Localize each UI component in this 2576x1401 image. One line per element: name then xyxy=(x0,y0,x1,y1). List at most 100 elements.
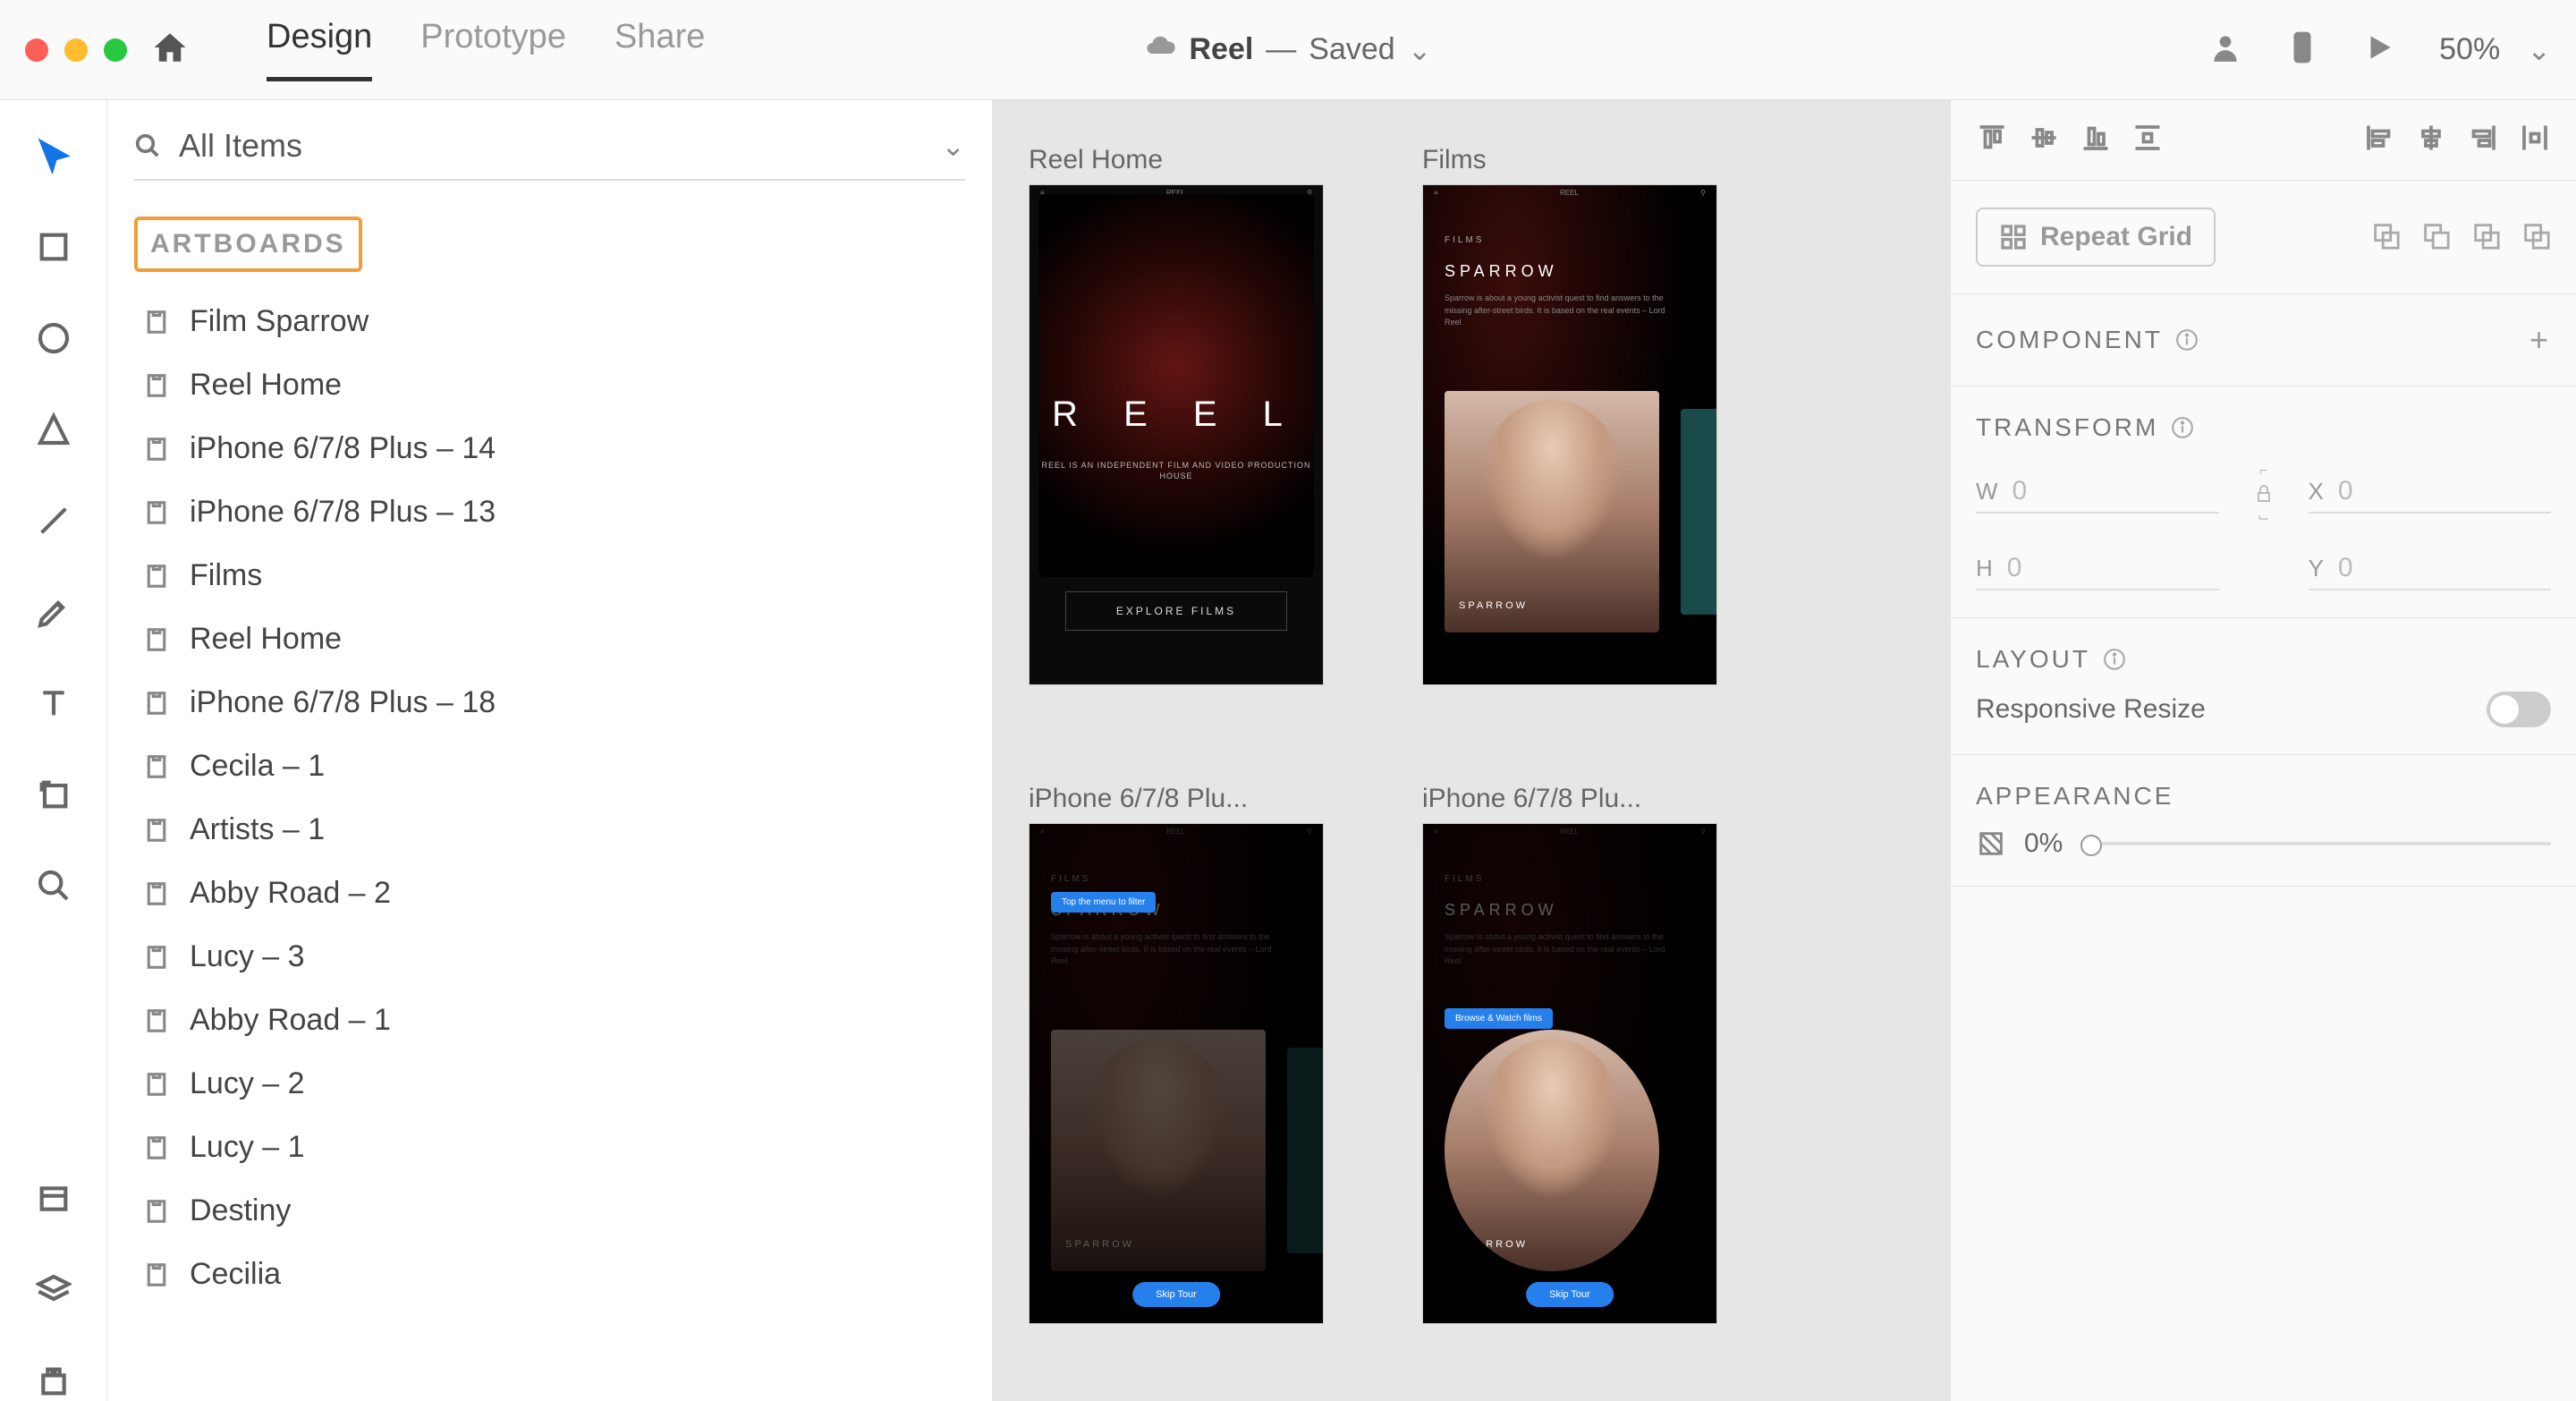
explore-films-button: EXPLORE FILMS xyxy=(1065,591,1287,631)
align-bottom-icon[interactable] xyxy=(2080,122,2112,158)
chevron-down-icon[interactable]: ⌄ xyxy=(1408,33,1432,67)
artboard-preview[interactable]: ≡REEL⚲ FILMS SPARROW Sparrow is about a … xyxy=(1422,823,1717,1324)
y-field[interactable]: Y0 xyxy=(2309,553,2552,590)
ellipse-tool[interactable] xyxy=(34,318,73,358)
cloud-icon xyxy=(1144,30,1176,70)
artboard-label[interactable]: Reel Home xyxy=(1029,145,1324,175)
align-top-icon[interactable] xyxy=(1976,122,2008,158)
chevron-down-icon[interactable]: ⌄ xyxy=(941,129,965,163)
artboard-tool[interactable] xyxy=(34,775,73,814)
document-title[interactable]: Reel — Saved ⌄ xyxy=(1144,30,1431,70)
artboard-iphone-1[interactable]: iPhone 6/7/8 Plu... ≡REEL⚲ FILMS SPARROW… xyxy=(1029,784,1324,1324)
maximize-window-button[interactable] xyxy=(104,38,127,62)
align-right-icon[interactable] xyxy=(2467,122,2499,158)
distribute-horizontal-icon[interactable] xyxy=(2519,122,2551,158)
artboard-list-item[interactable]: Artists – 1 xyxy=(122,798,978,862)
boolean-exclude-icon[interactable] xyxy=(2521,220,2551,255)
artboard-list-item[interactable]: iPhone 6/7/8 Plus – 13 xyxy=(122,480,978,544)
info-icon[interactable] xyxy=(2103,648,2126,671)
artboard-label[interactable]: Films xyxy=(1422,145,1717,175)
close-window-button[interactable] xyxy=(25,38,48,62)
rectangle-tool[interactable] xyxy=(34,227,73,267)
tab-share[interactable]: Share xyxy=(614,18,705,81)
artboard-list-item[interactable]: iPhone 6/7/8 Plus – 18 xyxy=(122,671,978,734)
artboard-list-item[interactable]: Lucy – 1 xyxy=(122,1116,978,1179)
distribute-vertical-icon[interactable] xyxy=(2131,122,2164,158)
zoom-dropdown[interactable]: 50% ⌄ xyxy=(2439,32,2551,67)
play-preview-icon[interactable] xyxy=(2362,30,2396,69)
align-center-icon[interactable] xyxy=(2415,122,2447,158)
minimize-window-button[interactable] xyxy=(64,38,88,62)
zoom-value: 50% xyxy=(2439,32,2500,67)
artboard-list-item[interactable]: Lucy – 2 xyxy=(122,1052,978,1116)
info-icon[interactable] xyxy=(2175,328,2199,352)
save-status: Saved xyxy=(1309,32,1394,67)
repeat-grid-row: Repeat Grid xyxy=(1951,181,2576,294)
films-heading: FILMS xyxy=(1445,235,1484,245)
opacity-value[interactable]: 0% xyxy=(2024,828,2063,859)
artboard-iphone-2[interactable]: iPhone 6/7/8 Plu... ≡REEL⚲ FILMS SPARROW… xyxy=(1422,784,1717,1324)
align-left-icon[interactable] xyxy=(2363,122,2395,158)
x-field[interactable]: X0 xyxy=(2309,476,2552,514)
layout-section: LAYOUT Responsive Resize xyxy=(1951,618,2576,755)
boolean-add-icon[interactable] xyxy=(2370,220,2401,255)
user-avatar-icon[interactable] xyxy=(2208,30,2242,69)
tab-prototype[interactable]: Prototype xyxy=(420,18,566,81)
layers-panel-icon[interactable] xyxy=(34,1270,73,1310)
artboard-reel-home[interactable]: Reel Home ≡REEL⚲ R E E L REEL IS AN INDE… xyxy=(1029,145,1324,685)
artboard-list-item[interactable]: Lucy – 3 xyxy=(122,925,978,989)
artboard-preview[interactable]: ≡REEL⚲ R E E L REEL IS AN INDEPENDENT FI… xyxy=(1029,184,1324,685)
device-preview-icon[interactable] xyxy=(2285,30,2319,69)
alignment-controls xyxy=(1951,100,2576,181)
line-tool[interactable] xyxy=(34,501,73,540)
width-field[interactable]: W0 xyxy=(1976,476,2219,514)
repeat-grid-button[interactable]: Repeat Grid xyxy=(1976,208,2216,267)
artboard-label[interactable]: iPhone 6/7/8 Plu... xyxy=(1422,784,1717,814)
select-tool[interactable] xyxy=(34,136,73,175)
boolean-subtract-icon[interactable] xyxy=(2420,220,2451,255)
search-icon xyxy=(134,132,161,159)
artboard-films[interactable]: Films ≡REEL⚲ FILMS SPARROW Sparrow is ab… xyxy=(1422,145,1717,685)
reel-subtitle: REEL IS AN INDEPENDENT FILM AND VIDEO PR… xyxy=(1030,460,1323,482)
artboard-list-item[interactable]: Destiny xyxy=(122,1179,978,1243)
search-filter-label: All Items xyxy=(179,127,923,165)
artboard-list-item[interactable]: Abby Road – 1 xyxy=(122,989,978,1052)
polygon-tool[interactable] xyxy=(34,410,73,449)
artboard-list-item[interactable]: Reel Home xyxy=(122,607,978,671)
lock-aspect-button[interactable]: ⌐⌙ xyxy=(2237,463,2291,526)
home-button[interactable] xyxy=(148,29,191,71)
tool-rail xyxy=(0,100,107,1401)
artboard-list-item[interactable]: Cecilia xyxy=(122,1243,978,1306)
opacity-slider[interactable] xyxy=(2080,842,2551,845)
align-middle-icon[interactable] xyxy=(2028,122,2060,158)
layout-heading: LAYOUT xyxy=(1976,645,2090,674)
artboard-list-item[interactable]: Reel Home xyxy=(122,353,978,417)
film-title: SPARROW xyxy=(1445,262,1558,281)
component-section: COMPONENT + xyxy=(1951,294,2576,386)
artboard-preview[interactable]: ≡REEL⚲ FILMS SPARROW Sparrow is about a … xyxy=(1422,184,1717,685)
skip-tour-button: Skip Tour xyxy=(1526,1282,1614,1307)
artboard-list-item[interactable]: Cecila – 1 xyxy=(122,734,978,798)
tab-design[interactable]: Design xyxy=(267,18,372,81)
assets-panel-icon[interactable] xyxy=(34,1179,73,1218)
zoom-tool[interactable] xyxy=(34,866,73,905)
text-tool[interactable] xyxy=(34,684,73,723)
canvas[interactable]: Reel Home ≡REEL⚲ R E E L REEL IS AN INDE… xyxy=(993,100,1950,1401)
property-inspector: Repeat Grid COMPONENT + TRANSFORM xyxy=(1950,100,2576,1401)
height-field[interactable]: H0 xyxy=(1976,553,2219,590)
window-controls xyxy=(25,38,127,62)
artboard-preview[interactable]: ≡REEL⚲ FILMS SPARROW Sparrow is about a … xyxy=(1029,823,1324,1324)
artboard-list-item[interactable]: Abby Road – 2 xyxy=(122,862,978,925)
artboard-list-item[interactable]: Film Sparrow xyxy=(122,290,978,353)
layer-search[interactable]: All Items ⌄ xyxy=(134,127,965,181)
pen-tool[interactable] xyxy=(34,592,73,632)
artboard-label[interactable]: iPhone 6/7/8 Plu... xyxy=(1029,784,1324,814)
opacity-icon xyxy=(1976,828,2006,859)
artboard-list-item[interactable]: Films xyxy=(122,544,978,607)
boolean-intersect-icon[interactable] xyxy=(2470,220,2501,255)
plugins-panel-icon[interactable] xyxy=(34,1362,73,1401)
artboard-list-item[interactable]: iPhone 6/7/8 Plus – 14 xyxy=(122,417,978,480)
info-icon[interactable] xyxy=(2171,416,2194,439)
add-component-button[interactable]: + xyxy=(2529,321,2551,359)
responsive-resize-toggle[interactable] xyxy=(2487,692,2551,727)
